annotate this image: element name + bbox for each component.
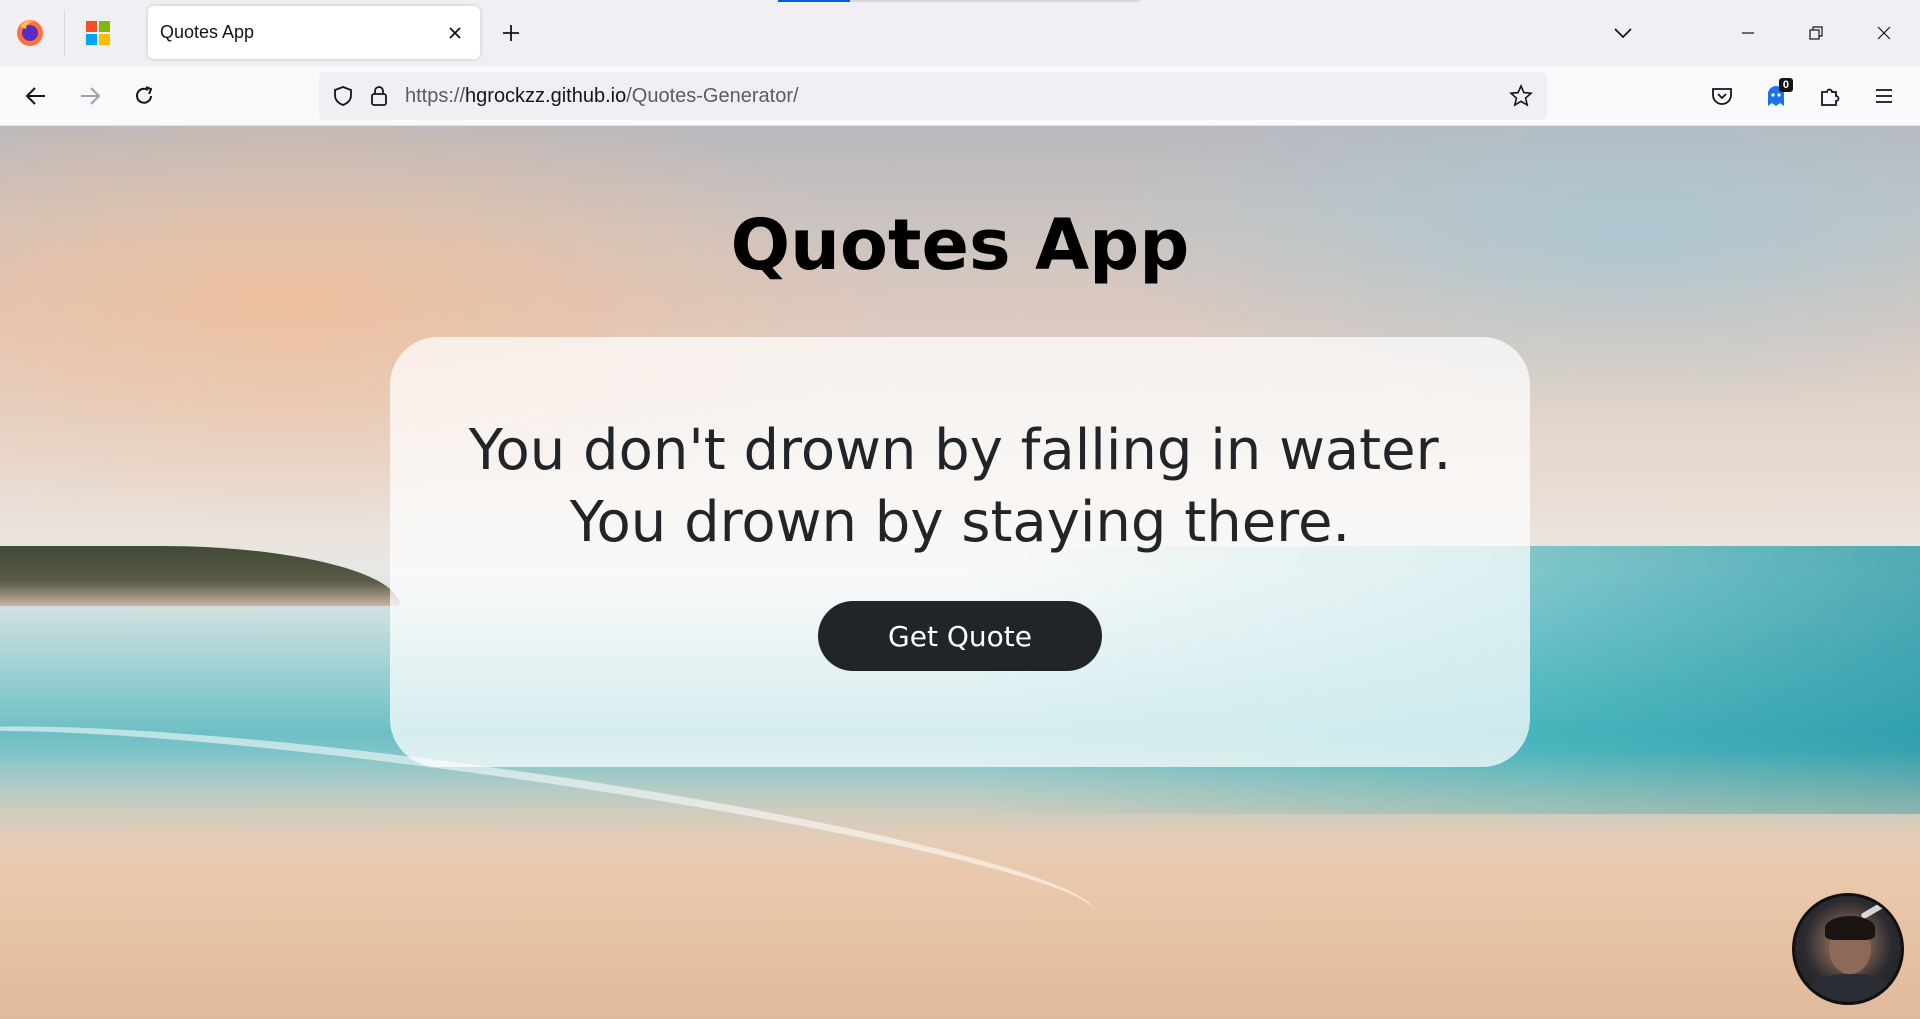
quote-card: You don't drown by falling in water. You… (390, 337, 1530, 767)
tab-title: Quotes App (160, 22, 255, 42)
url-host: hgrockzz.github.io (465, 84, 627, 107)
tab-strip: Quotes App (0, 0, 1920, 66)
arrow-right-icon[interactable] (72, 78, 108, 114)
page-title: Quotes App (730, 204, 1190, 286)
puzzle-icon[interactable] (1812, 78, 1848, 114)
navigation-toolbar: https://hgrockzz.github.io/Quotes-Genera… (0, 66, 1920, 126)
url-scheme: https:// (405, 84, 466, 107)
url-path: /Quotes-Generator/ (626, 84, 799, 107)
url-bar[interactable]: https://hgrockzz.github.io/Quotes-Genera… (319, 72, 1547, 120)
tab-quotes-app[interactable]: Quotes App (148, 6, 480, 59)
plus-icon[interactable] (496, 18, 526, 48)
extension-badge: 0 (1778, 78, 1793, 92)
pinned-tab-microsoft[interactable] (64, 10, 130, 56)
lock-icon[interactable] (361, 78, 397, 114)
close-icon[interactable] (442, 20, 468, 46)
firefox-icon[interactable] (14, 17, 46, 49)
microsoft-logo-icon (85, 21, 110, 45)
shield-icon[interactable] (325, 78, 361, 114)
get-quote-button[interactable]: Get Quote (818, 601, 1102, 671)
star-icon[interactable] (1503, 78, 1539, 114)
tab-loading-indicator (778, 0, 850, 2)
pocket-icon[interactable] (1704, 78, 1740, 114)
webcam-person-hair (1825, 916, 1875, 940)
arrow-left-icon[interactable] (18, 78, 54, 114)
window-close-icon[interactable] (1856, 14, 1912, 52)
quote-text: You don't drown by falling in water. You… (460, 415, 1460, 559)
url-text[interactable]: https://hgrockzz.github.io/Quotes-Genera… (405, 85, 1503, 108)
quote-line-1: You don't drown by falling in water. (468, 418, 1452, 483)
page-viewport: Quotes App You don't drown by falling in… (0, 126, 1920, 1019)
ghost-extension-icon[interactable]: 0 (1758, 78, 1794, 114)
restore-icon[interactable] (1788, 14, 1844, 52)
hamburger-icon[interactable] (1866, 78, 1902, 114)
webcam-person-body (1809, 974, 1893, 1002)
webcam-overlay (1792, 893, 1904, 1005)
reload-icon[interactable] (126, 78, 162, 114)
chevron-down-icon[interactable] (1606, 18, 1640, 48)
minimize-icon[interactable] (1720, 14, 1776, 52)
tab-loading-track (850, 0, 1140, 2)
quote-line-2: You drown by staying there. (569, 490, 1351, 555)
